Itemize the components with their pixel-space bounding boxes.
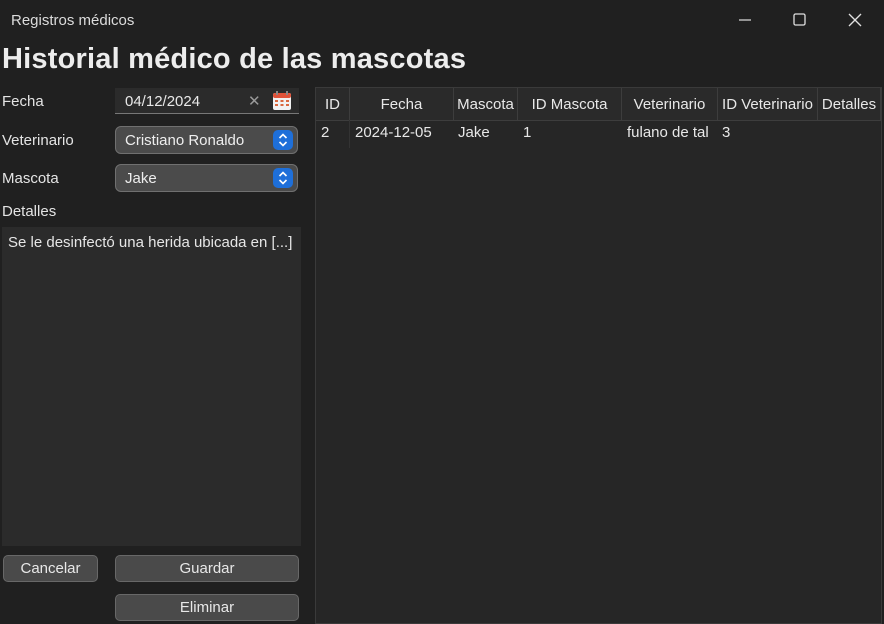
column-header-id-mascota[interactable]: ID Mascota xyxy=(518,88,622,120)
minimize-icon xyxy=(739,19,751,21)
column-header-id[interactable]: ID xyxy=(316,88,350,120)
minimize-button[interactable] xyxy=(722,0,768,40)
cell-id-mascota: 1 xyxy=(523,124,532,141)
close-icon xyxy=(848,13,862,27)
detalles-value[interactable]: Se le desinfectó una herida ubicada en [… xyxy=(8,234,292,251)
maximize-icon xyxy=(793,13,806,26)
detalles-label: Detalles xyxy=(2,203,57,220)
cell-fecha: 2024-12-05 xyxy=(355,124,432,141)
veterinario-label: Veterinario xyxy=(2,132,74,149)
cell-id: 2 xyxy=(321,124,330,141)
column-header-fecha[interactable]: Fecha xyxy=(350,88,454,120)
close-button[interactable] xyxy=(832,0,878,40)
cell-id-veterinario: 3 xyxy=(722,124,731,141)
maximize-button[interactable] xyxy=(777,0,823,40)
cell-veterinario: fulano de tal xyxy=(627,124,709,141)
fecha-date-picker[interactable]: 04/12/2024 ✕ xyxy=(115,88,299,114)
column-header-id-veterinario[interactable]: ID Veterinario xyxy=(718,88,818,120)
cancel-button[interactable]: Cancelar xyxy=(3,555,98,582)
clear-icon[interactable]: ✕ xyxy=(248,92,261,110)
detalles-textarea[interactable]: Se le desinfectó una herida ubicada en [… xyxy=(2,227,301,546)
column-header-detalles[interactable]: Detalles xyxy=(818,88,881,120)
fecha-label: Fecha xyxy=(2,93,44,110)
select-arrows-icon xyxy=(273,168,293,188)
page-title: Historial médico de las mascotas xyxy=(2,43,467,75)
row-divider xyxy=(349,120,350,148)
table-header: ID Fecha Mascota ID Mascota Veterinario … xyxy=(316,88,881,121)
fecha-value[interactable]: 04/12/2024 xyxy=(125,93,200,110)
title-bar: Registros médicos xyxy=(0,0,884,40)
calendar-icon[interactable] xyxy=(272,91,292,111)
mascota-value: Jake xyxy=(125,170,157,187)
window-title: Registros médicos xyxy=(11,12,135,29)
delete-button[interactable]: Eliminar xyxy=(115,594,299,621)
veterinario-select[interactable]: Cristiano Ronaldo xyxy=(115,126,298,154)
save-button[interactable]: Guardar xyxy=(115,555,299,582)
cell-mascota: Jake xyxy=(458,124,490,141)
column-header-mascota[interactable]: Mascota xyxy=(454,88,518,120)
records-table[interactable]: ID Fecha Mascota ID Mascota Veterinario … xyxy=(315,87,882,624)
mascota-select[interactable]: Jake xyxy=(115,164,298,192)
column-header-veterinario[interactable]: Veterinario xyxy=(622,88,718,120)
veterinario-value: Cristiano Ronaldo xyxy=(125,132,245,149)
mascota-label: Mascota xyxy=(2,170,59,187)
select-arrows-icon xyxy=(273,130,293,150)
